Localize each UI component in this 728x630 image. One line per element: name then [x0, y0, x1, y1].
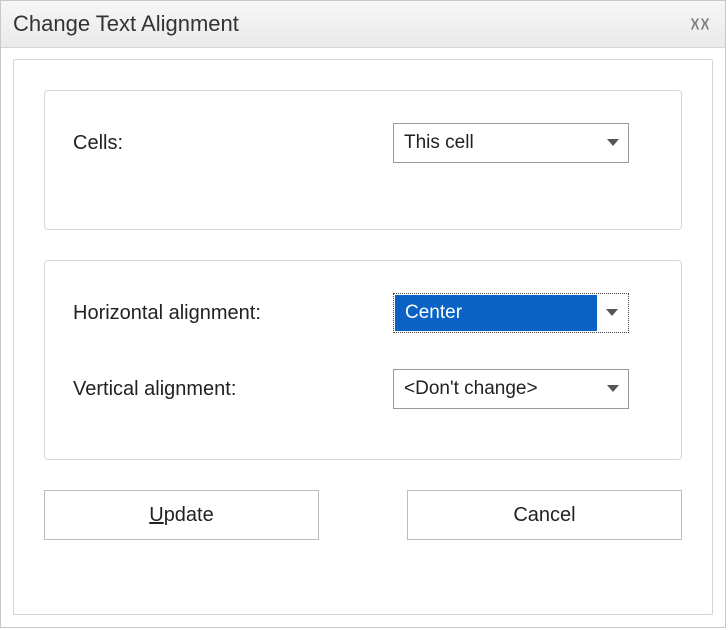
vertical-alignment-label: Vertical alignment:	[73, 378, 393, 401]
dialog-title: Change Text Alignment	[13, 11, 239, 37]
horizontal-alignment-row: Horizontal alignment: Center	[73, 289, 653, 337]
horizontal-alignment-value: Center	[395, 295, 597, 331]
vertical-alignment-combobox[interactable]: <Don't change>	[393, 369, 629, 409]
chevron-down-icon	[598, 124, 628, 162]
chevron-down-icon	[597, 295, 627, 331]
cells-value: This cell	[394, 124, 598, 162]
alignment-group: Horizontal alignment: Center Vertical al…	[44, 260, 682, 460]
chevron-down-icon	[598, 370, 628, 408]
update-button-label: Update	[149, 504, 214, 527]
cells-label: Cells:	[73, 132, 393, 155]
dialog-body: Cells: This cell Horizontal alignment: C…	[13, 59, 713, 615]
cells-group: Cells: This cell	[44, 90, 682, 230]
button-row: Update Cancel	[44, 490, 682, 540]
horizontal-alignment-combobox[interactable]: Center	[393, 293, 629, 333]
cells-combobox[interactable]: This cell	[393, 123, 629, 163]
dialog-window: Change Text Alignment Cells: This cell	[0, 0, 726, 628]
close-icon[interactable]	[687, 15, 713, 33]
vertical-alignment-row: Vertical alignment: <Don't change>	[73, 365, 653, 413]
cancel-button-label: Cancel	[513, 504, 575, 527]
title-bar: Change Text Alignment	[1, 1, 725, 48]
cancel-button[interactable]: Cancel	[407, 490, 682, 540]
vertical-alignment-value: <Don't change>	[394, 370, 598, 408]
cells-row: Cells: This cell	[73, 119, 653, 167]
update-button[interactable]: Update	[44, 490, 319, 540]
horizontal-alignment-label: Horizontal alignment:	[73, 302, 393, 325]
